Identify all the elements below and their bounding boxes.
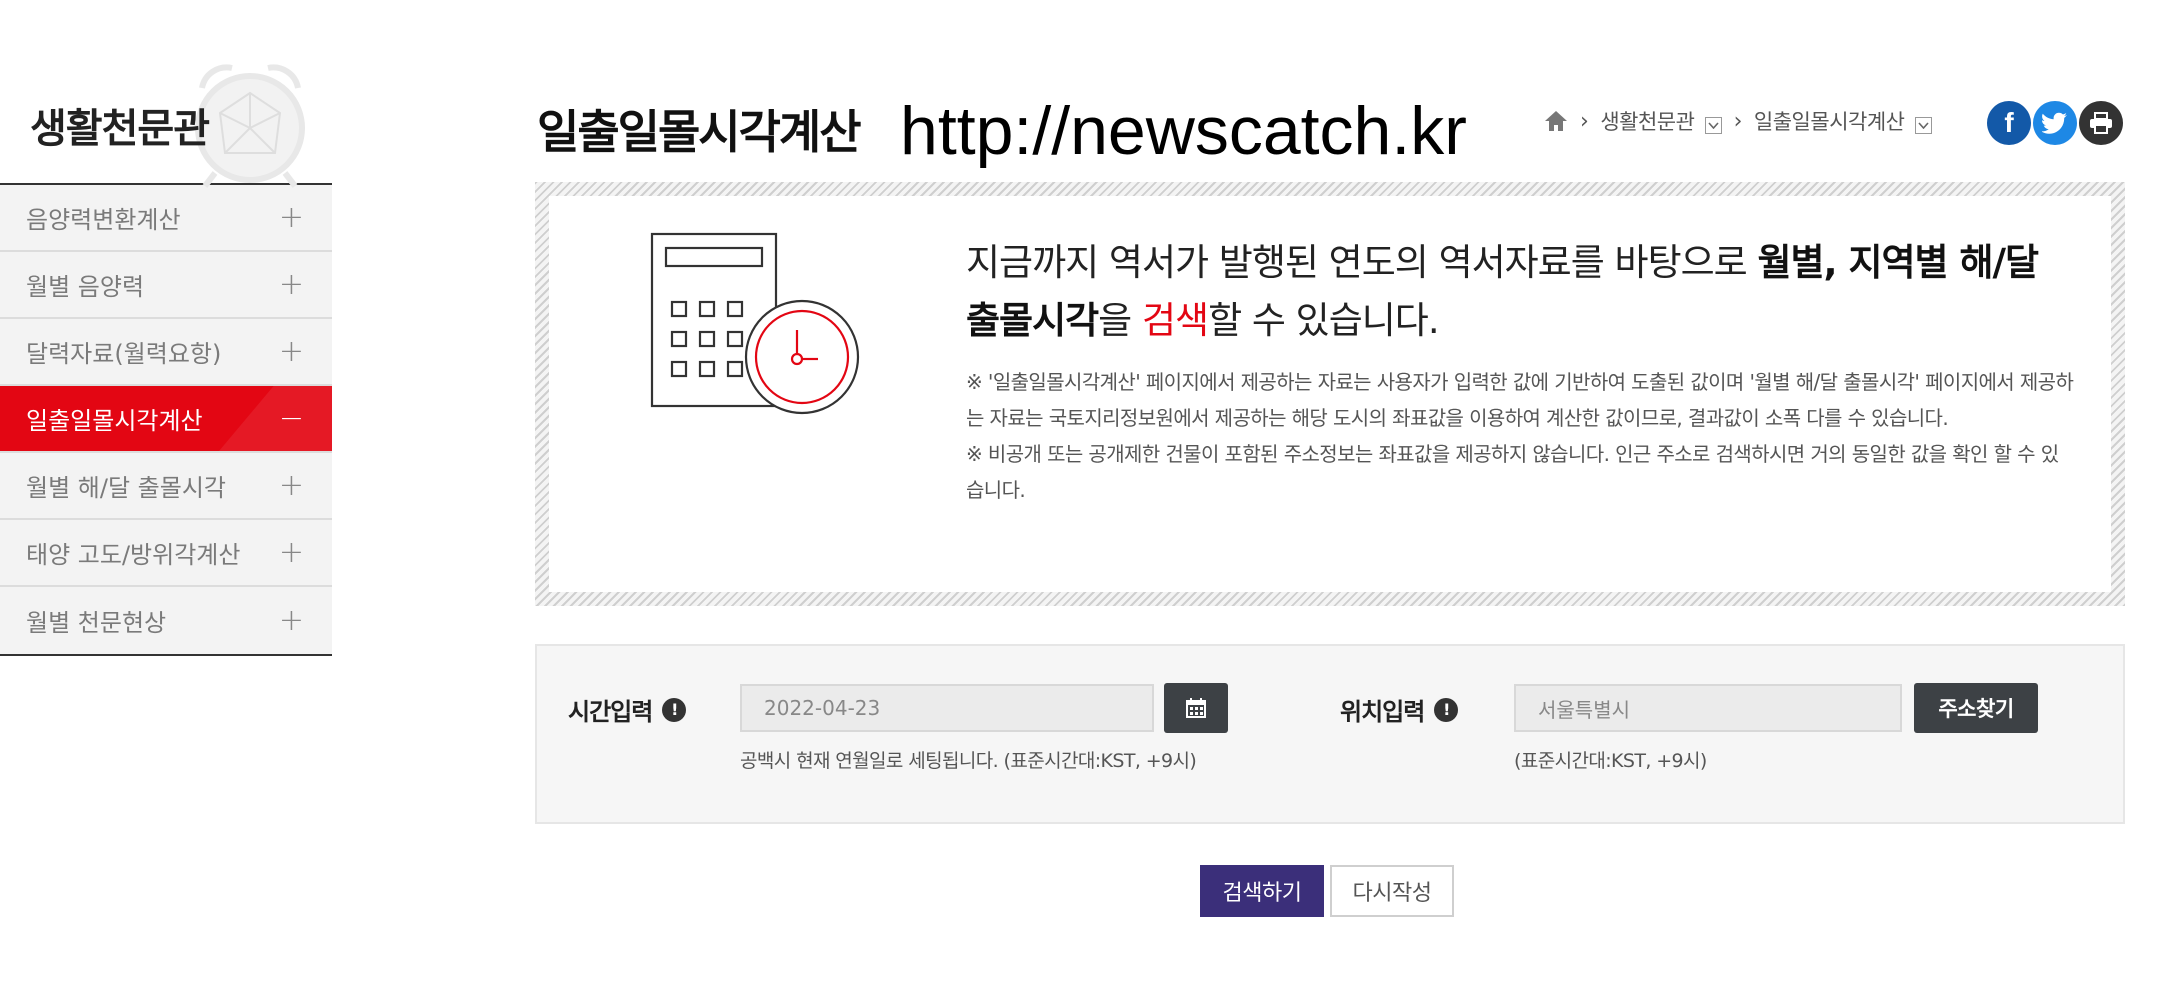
sidebar-item-lunar-solar-conversion[interactable]: 음양력변환계산 +	[0, 185, 332, 252]
home-icon[interactable]	[1544, 110, 1568, 132]
location-input-hint: (표준시간대:KST, +9시)	[1514, 750, 1707, 772]
sidebar-item-solar-altitude[interactable]: 태양 고도/방위각계산 +	[0, 520, 332, 587]
chevron-right-icon: ›	[1580, 108, 1589, 134]
chevron-down-icon[interactable]	[1914, 117, 1932, 134]
sidebar-title: 생활천문관	[30, 106, 210, 152]
plus-icon: +	[278, 535, 304, 570]
info-icon[interactable]: !	[662, 697, 687, 722]
lead-text: 할 수 있습니다.	[1208, 299, 1440, 342]
sidebar-item-label: 월별 천문현상	[26, 609, 167, 637]
plus-icon: +	[278, 468, 304, 503]
breadcrumb: › 생활천문관 › 일출일몰시각계산	[1544, 106, 1932, 136]
sidebar-item-label: 태양 고도/방위각계산	[26, 541, 241, 569]
search-button[interactable]: 검색하기	[1200, 865, 1324, 917]
chevron-down-icon[interactable]	[1704, 117, 1722, 134]
info-icon[interactable]: !	[1434, 697, 1459, 722]
time-label-text: 시간입력	[568, 698, 653, 726]
sidebar-item-calendar-data[interactable]: 달력자료(월력요항) +	[0, 319, 332, 386]
location-input[interactable]: 서울특별시	[1514, 684, 1902, 732]
facebook-icon[interactable]: f	[1987, 101, 2031, 145]
breadcrumb-item[interactable]: 생활천문관	[1600, 106, 1722, 136]
plus-icon: +	[278, 267, 304, 302]
date-input[interactable]: 2022-04-23	[740, 684, 1154, 732]
calendar-icon	[1186, 698, 1206, 718]
info-lead-text: 지금까지 역서가 발행된 연도의 역서자료를 바탕으로 월별, 지역별 해/달 …	[966, 234, 2066, 350]
sidebar-item-label: 월별 음양력	[26, 273, 145, 301]
lead-highlight-text: 검색	[1141, 299, 1209, 342]
breadcrumb-label: 일출일몰시각계산	[1753, 110, 1905, 134]
sidebar-item-sunrise-sunset[interactable]: 일출일몰시각계산 −	[0, 386, 332, 453]
watermark-url: http://newscatch.kr	[900, 93, 1467, 169]
sidebar-item-monthly-phenomena[interactable]: 월별 천문현상 +	[0, 587, 332, 654]
reset-button[interactable]: 다시작성	[1330, 865, 1454, 917]
sidebar-item-label: 달력자료(월력요항)	[26, 340, 222, 368]
info-note-1: ※ '일출일몰시각계산' 페이지에서 제공하는 자료는 사용자가 입력한 값에 …	[966, 370, 2074, 430]
print-icon[interactable]	[2079, 101, 2123, 145]
sidebar-menu: 음양력변환계산 + 월별 음양력 + 달력자료(월력요항) + 일출일몰시각계산…	[0, 183, 332, 656]
sidebar-item-label: 음양력변환계산	[26, 206, 181, 234]
plus-icon: +	[278, 603, 304, 638]
twitter-icon[interactable]	[2033, 101, 2077, 145]
info-notes: ※ '일출일몰시각계산' 페이지에서 제공하는 자료는 사용자가 입력한 값에 …	[966, 364, 2076, 508]
chevron-right-icon: ›	[1733, 108, 1743, 134]
sidebar-item-label: 일출일몰시각계산	[26, 407, 203, 435]
lead-text: 을	[1098, 299, 1142, 342]
breadcrumb-label: 생활천문관	[1600, 110, 1695, 134]
calculator-clock-icon	[650, 232, 860, 415]
calendar-button[interactable]	[1164, 683, 1228, 733]
minus-icon: −	[278, 401, 304, 436]
plus-icon: +	[278, 200, 304, 235]
time-input-label: 시간입력 !	[568, 692, 687, 727]
plus-icon: +	[278, 334, 304, 369]
sidebar-item-monthly-lunar-solar[interactable]: 월별 음양력 +	[0, 252, 332, 319]
sidebar-item-monthly-rise-set[interactable]: 월별 해/달 출몰시각 +	[0, 453, 332, 520]
breadcrumb-item[interactable]: 일출일몰시각계산	[1754, 106, 1932, 136]
page-title: 일출일몰시각계산	[537, 105, 862, 159]
lead-text: 지금까지 역서가 발행된 연도의 역서자료를 바탕으로	[966, 241, 1758, 284]
address-search-button[interactable]: 주소찾기	[1914, 683, 2038, 733]
location-label-text: 위치입력	[1340, 698, 1425, 726]
time-input-hint: 공백시 현재 연월일로 세팅됩니다. (표준시간대:KST, +9시)	[740, 750, 1197, 772]
info-note-2: ※ 비공개 또는 공개제한 건물이 포함된 주소정보는 좌표값을 제공하지 않습…	[966, 442, 2059, 502]
search-form	[535, 644, 2125, 824]
sidebar-item-label: 월별 해/달 출몰시각	[26, 474, 226, 502]
location-input-label: 위치입력 !	[1340, 692, 1459, 727]
